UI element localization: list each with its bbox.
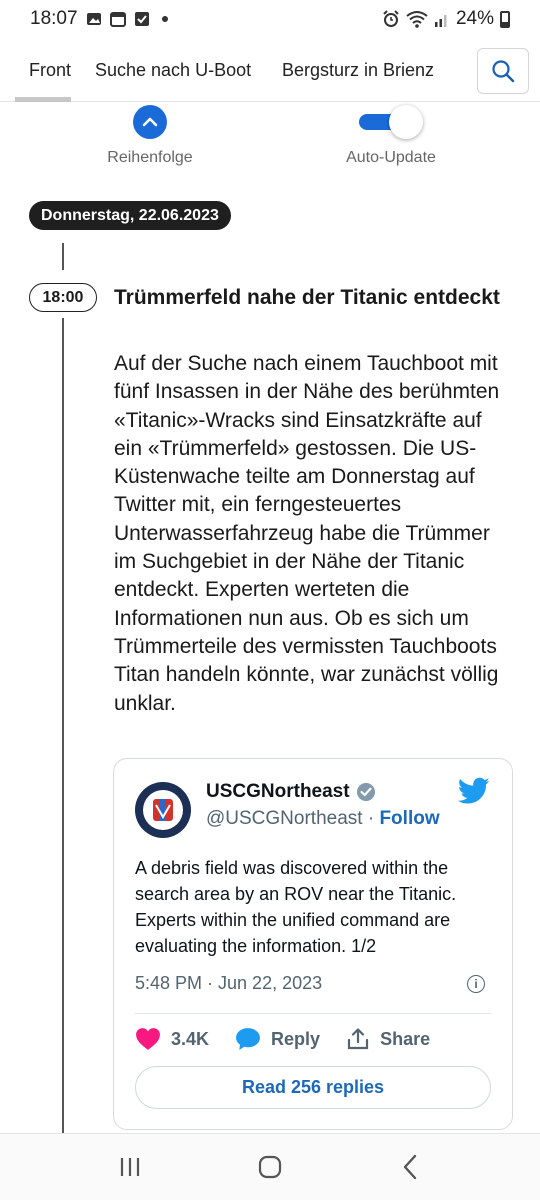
divider xyxy=(135,1013,491,1014)
status-time: 18:07 xyxy=(30,8,78,29)
tweet-author-handle: @USCGNortheast · Follow xyxy=(206,808,440,829)
timeline-line-top xyxy=(62,243,64,270)
entry-time-badge: 18:00 xyxy=(29,283,97,312)
timeline-line xyxy=(62,318,64,1133)
entry-body: Auf der Suche nach einem Tauchboot mit f… xyxy=(114,352,500,715)
share-icon xyxy=(347,1028,369,1050)
heart-icon xyxy=(136,1028,160,1050)
status-bar: 18:07 24% xyxy=(0,0,540,38)
order-toggle-button[interactable] xyxy=(133,105,167,139)
date-badge: Donnerstag, 22.06.2023 xyxy=(29,201,231,230)
active-tab-indicator xyxy=(15,97,71,102)
tweet-actions: 3.4K Reply Share xyxy=(135,1027,456,1051)
gallery-notification-icon xyxy=(86,13,101,25)
order-label: Reihenfolge xyxy=(107,149,193,166)
read-replies-button[interactable]: Read 256 replies xyxy=(135,1066,491,1109)
tweet-text: A debris field was discovered within the… xyxy=(135,858,457,956)
section-tab-bar: Front Suche nach U-Boot Bergsturz in Bri… xyxy=(0,38,540,102)
avatar[interactable] xyxy=(135,782,191,838)
chevron-up-icon xyxy=(142,117,158,127)
share-label: Share xyxy=(380,1028,431,1049)
order-control: Reihenfolge xyxy=(100,105,200,167)
twitter-bird-icon[interactable] xyxy=(458,777,490,805)
tab-u-boot[interactable]: Suche nach U-Boot xyxy=(95,60,251,81)
battery-percent: 24% xyxy=(455,8,494,29)
back-button[interactable] xyxy=(390,1147,430,1187)
calendar-notification-icon xyxy=(109,12,126,27)
more-notifications-dot xyxy=(161,16,168,22)
checkbox-notification-icon xyxy=(134,12,149,26)
alarm-icon xyxy=(383,10,399,27)
search-icon xyxy=(492,60,515,83)
tab-front[interactable]: Front xyxy=(29,60,71,81)
battery-icon xyxy=(500,10,510,28)
autoupdate-switch[interactable] xyxy=(357,105,425,139)
embedded-tweet[interactable]: USCGNortheast @USCGNortheast · Follow A … xyxy=(113,758,513,1130)
info-icon[interactable]: i xyxy=(467,975,485,993)
share-button[interactable]: Share xyxy=(346,1027,430,1051)
autoupdate-control: Auto-Update xyxy=(336,105,446,167)
recent-apps-button[interactable] xyxy=(110,1147,150,1187)
entry-headline: Trümmerfeld nahe der Titanic entdeckt xyxy=(114,286,500,309)
app-root: 18:07 24% Front Suche nach U-Boot Bergst… xyxy=(0,0,540,1200)
signal-icon xyxy=(434,15,447,27)
tweet-author-name[interactable]: USCGNortheast xyxy=(206,781,376,803)
like-count: 3.4K xyxy=(171,1028,210,1049)
follow-button[interactable]: Follow xyxy=(379,808,439,829)
coast-guard-logo-icon xyxy=(153,799,173,821)
tab-brienz[interactable]: Bergsturz in Brienz xyxy=(282,60,434,81)
autoupdate-label: Auto-Update xyxy=(346,149,436,166)
system-navigation-bar xyxy=(0,1133,540,1200)
home-button[interactable] xyxy=(250,1147,290,1187)
reply-bubble-icon xyxy=(236,1028,260,1050)
recent-apps-icon xyxy=(120,1158,140,1176)
verified-badge-icon xyxy=(356,783,375,801)
tweet-timestamp[interactable]: 5:48 PM · Jun 22, 2023 xyxy=(135,973,322,994)
like-button[interactable]: 3.4K xyxy=(135,1027,209,1051)
back-chevron-icon xyxy=(403,1154,417,1180)
home-icon xyxy=(258,1155,282,1179)
reply-label: Reply xyxy=(271,1028,321,1049)
reply-button[interactable]: Reply xyxy=(235,1027,320,1051)
wifi-icon xyxy=(406,11,428,28)
search-button[interactable] xyxy=(477,48,529,94)
